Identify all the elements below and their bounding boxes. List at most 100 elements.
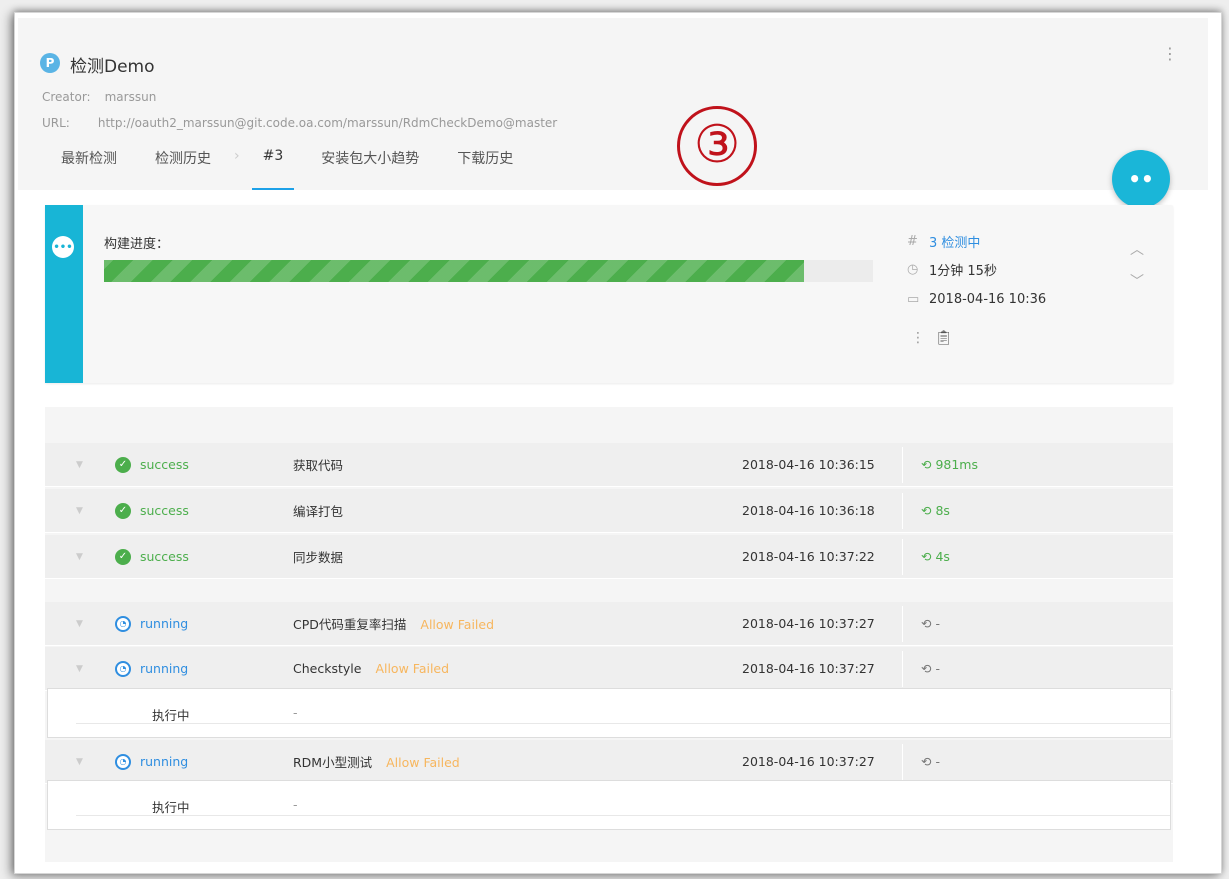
step-duration: ⟲ -: [921, 616, 940, 631]
detail-divider: [76, 723, 1170, 724]
column-divider: [902, 606, 903, 642]
step-annotation-marker: ③: [677, 106, 757, 186]
expand-arrow-icon[interactable]: ▼: [76, 664, 83, 674]
expand-arrow-icon[interactable]: ▼: [76, 552, 83, 562]
step-row[interactable]: ▼ ◔ running Checkstyle Allow Failed 2018-…: [45, 647, 1173, 691]
detail-divider: [76, 815, 1170, 816]
step-name: 编译打包: [293, 501, 343, 520]
creator-value: marssun: [104, 90, 157, 104]
build-date: ▭ 2018-04-16 10:36: [907, 292, 1046, 307]
step-detail: 执行中 -: [47, 688, 1171, 738]
step-time: 2018-04-16 10:36:15: [742, 457, 875, 472]
step-detail-label: 执行中: [152, 708, 190, 723]
step-duration-text: 8s: [935, 503, 950, 518]
expand-arrow-icon[interactable]: ▼: [76, 619, 83, 629]
in-progress-icon: •••: [52, 236, 74, 258]
step-name-text: 同步数据: [293, 550, 344, 565]
more-vertical-icon[interactable]: ⋮: [911, 330, 925, 346]
step-duration-text: -: [935, 754, 940, 769]
allow-failed-label: Allow Failed: [386, 755, 460, 770]
step-status: running: [140, 661, 189, 676]
step-time: 2018-04-16 10:37:22: [742, 549, 875, 564]
step-time: 2018-04-16 10:37:27: [742, 754, 875, 769]
step-detail-value: -: [293, 705, 298, 720]
build-duration: ◷ 1分钟 15秒: [907, 260, 997, 279]
step-duration-text: 981ms: [935, 457, 979, 472]
build-progress-card: ••• 构建进度： #3 检测中 ◷ 1分钟 15秒 ▭ 2018-04-16 10…: [45, 205, 1173, 383]
column-divider: [902, 447, 903, 483]
running-icon: ◔: [115, 660, 131, 677]
step-name: 获取代码: [293, 455, 343, 474]
step-name-text: Checkstyle: [293, 661, 362, 676]
tab-size-trend[interactable]: 安装包大小趋势: [302, 142, 438, 190]
progress-bar: [104, 260, 873, 282]
step-row[interactable]: ▼ ✓ success 编译打包 2018-04-16 10:36:18 ⟲ 8…: [45, 489, 1173, 533]
tab-build-3[interactable]: #3: [244, 142, 303, 190]
step-detail-value: -: [293, 797, 298, 812]
build-number-status[interactable]: #3 检测中: [907, 232, 980, 251]
url-value[interactable]: http://oauth2_marssun@git.code.oa.com/ma…: [98, 116, 557, 130]
step-name-text: CPD代码重复率扫描: [293, 617, 407, 632]
step-name: RDM小型测试 Allow Failed: [293, 752, 460, 771]
column-divider: [902, 493, 903, 529]
check-circle-icon: ✓: [115, 502, 131, 519]
step-status: success: [140, 457, 189, 472]
more-options-icon[interactable]: ⋮: [1160, 44, 1180, 64]
progress-bar-fill: [104, 260, 804, 282]
step-time: 2018-04-16 10:36:18: [742, 503, 875, 518]
check-circle-icon: ✓: [115, 456, 131, 473]
history-icon: ◷: [907, 262, 919, 277]
step-name: Checkstyle Allow Failed: [293, 661, 449, 676]
step-row[interactable]: ▼ ◔ running CPD代码重复率扫描 Allow Failed 2018-…: [45, 602, 1173, 646]
step-status: success: [140, 503, 189, 518]
step-time: 2018-04-16 10:37:27: [742, 616, 875, 631]
chevron-right-icon: ›: [234, 148, 240, 164]
expand-arrow-icon[interactable]: ▼: [76, 506, 83, 516]
step-row[interactable]: ▼ ◔ running RDM小型测试 Allow Failed 2018-04-…: [45, 740, 1173, 784]
step-detail-label: 执行中: [152, 800, 190, 815]
build-number-status-text: 3 检测中: [929, 236, 981, 251]
tab-bar: 最新检测 检测历史 › #3 安装包大小趋势 下载历史: [42, 142, 532, 190]
build-date-text: 2018-04-16 10:36: [929, 292, 1047, 307]
progress-label: 构建进度：: [104, 237, 170, 252]
step-duration: ⟲ 981ms: [921, 457, 979, 472]
allow-failed-label: Allow Failed: [420, 617, 495, 632]
step-name: 同步数据: [293, 547, 343, 566]
url-label: URL:: [42, 116, 70, 130]
step-row[interactable]: ▼ ✓ success 同步数据 2018-04-16 10:37:22 ⟲ 4…: [45, 535, 1173, 579]
step-time: 2018-04-16 10:37:27: [742, 661, 875, 676]
step-duration-text: -: [935, 616, 940, 631]
step-status: running: [140, 616, 189, 631]
allow-failed-label: Allow Failed: [375, 661, 450, 676]
collapse-up-icon[interactable]: ︿: [1130, 239, 1144, 259]
step-duration-text: -: [935, 661, 940, 676]
clipboard-icon[interactable]: 📋︎: [935, 330, 953, 346]
tab-history[interactable]: 检测历史: [136, 142, 230, 190]
step-name: CPD代码重复率扫描 Allow Failed: [293, 614, 494, 633]
creator-label: Creator:: [42, 90, 91, 104]
step-duration: ⟲ -: [921, 754, 940, 769]
check-circle-icon: ✓: [115, 548, 131, 565]
step-row[interactable]: ▼ ✓ success 获取代码 2018-04-16 10:36:15 ⟲ 9…: [45, 443, 1173, 487]
step-duration-text: 4s: [935, 549, 950, 564]
step-duration: ⟲ -: [921, 661, 940, 676]
step-detail: 执行中 -: [47, 780, 1171, 830]
project-type-icon: P: [40, 53, 60, 73]
tab-latest[interactable]: 最新检测: [42, 142, 136, 190]
running-icon: ◔: [115, 753, 131, 770]
running-icon: ◔: [115, 615, 131, 632]
expand-arrow-icon[interactable]: ▼: [76, 460, 83, 470]
build-duration-text: 1分钟 15秒: [929, 264, 997, 279]
column-divider: [902, 539, 903, 575]
expand-arrow-icon[interactable]: ▼: [76, 757, 83, 767]
column-divider: [902, 651, 903, 687]
column-divider: [902, 744, 903, 780]
step-name-text: 获取代码: [293, 458, 344, 473]
expand-down-icon[interactable]: ﹀: [1130, 271, 1144, 291]
step-name-text: RDM小型测试: [293, 755, 373, 770]
floating-action-button[interactable]: ••: [1112, 150, 1170, 208]
creator-line: Creator: marssun: [42, 90, 156, 104]
hash-icon: #: [907, 234, 918, 249]
tab-download-history[interactable]: 下载历史: [438, 142, 532, 190]
step-name-text: 编译打包: [293, 504, 344, 519]
